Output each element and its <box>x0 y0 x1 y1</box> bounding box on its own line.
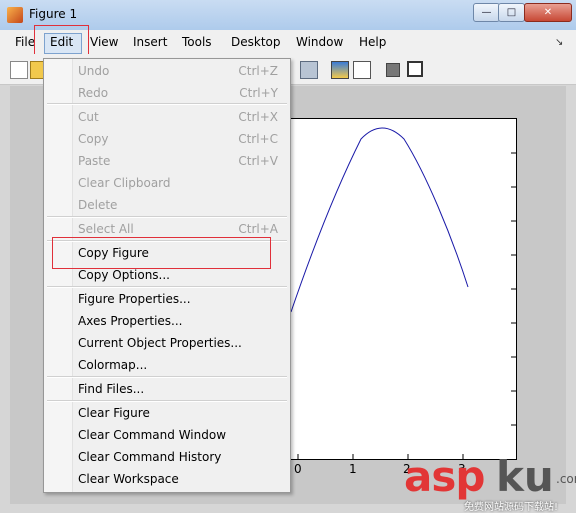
matlab-icon <box>7 7 23 23</box>
menu-item-paste[interactable]: Paste <box>78 154 110 168</box>
menu-tools[interactable]: Tools <box>182 35 212 49</box>
minimize-button[interactable]: — <box>473 3 500 22</box>
menu-window[interactable]: Window <box>296 35 343 49</box>
menu-item-axes-properties[interactable]: Axes Properties... <box>78 314 182 328</box>
menu-icon-gutter <box>44 59 73 492</box>
edit-menu-dropdown: Undo Ctrl+Z Redo Ctrl+Y Cut Ctrl+X Copy … <box>43 58 291 493</box>
menu-item-redo[interactable]: Redo <box>78 86 108 100</box>
show-plot-tools-icon[interactable] <box>407 61 423 77</box>
window-title: Figure 1 <box>29 7 78 21</box>
menu-item-clear-command-history[interactable]: Clear Command History <box>78 450 221 464</box>
highlight-box-copy-figure <box>52 237 271 269</box>
plot-curve <box>290 127 469 313</box>
menu-item-clear-workspace[interactable]: Clear Workspace <box>78 472 179 486</box>
maximize-button[interactable]: □ <box>498 3 525 22</box>
figure-window: Figure 1 — □ ✕ File Edit View Insert Too… <box>0 0 576 513</box>
shortcut-redo: Ctrl+Y <box>239 86 278 100</box>
watermark-main-gray: ku <box>496 452 554 501</box>
menu-insert[interactable]: Insert <box>133 35 167 49</box>
shortcut-copy: Ctrl+C <box>238 132 278 146</box>
menu-separator <box>47 216 287 218</box>
menu-separator <box>47 400 287 402</box>
watermark-logo: asp ku .com 免费网站源码下载站! <box>404 452 576 513</box>
hide-plot-tools-icon[interactable] <box>386 63 400 77</box>
shortcut-undo: Ctrl+Z <box>238 64 278 78</box>
shortcut-paste: Ctrl+V <box>238 154 278 168</box>
shortcut-cut: Ctrl+X <box>238 110 278 124</box>
menu-item-find-files[interactable]: Find Files... <box>78 382 144 396</box>
menu-item-clear-figure[interactable]: Clear Figure <box>78 406 150 420</box>
close-button[interactable]: ✕ <box>524 3 572 22</box>
menu-separator <box>47 376 287 378</box>
legend-icon[interactable] <box>353 61 371 79</box>
menu-file[interactable]: File <box>15 35 35 49</box>
menu-item-copy[interactable]: Copy <box>78 132 108 146</box>
menu-help[interactable]: Help <box>359 35 386 49</box>
new-figure-icon[interactable] <box>10 61 28 79</box>
colorbar-icon[interactable] <box>331 61 349 79</box>
menu-item-delete[interactable]: Delete <box>78 198 117 212</box>
menu-separator <box>47 103 287 105</box>
y-ticks <box>286 152 516 426</box>
dock-arrow-icon[interactable]: ↘ <box>555 37 563 48</box>
menu-item-cut[interactable]: Cut <box>78 110 99 124</box>
menu-view[interactable]: View <box>90 35 118 49</box>
watermark-subtitle: 免费网站源码下载站! <box>464 502 559 513</box>
menu-item-colormap[interactable]: Colormap... <box>78 358 147 372</box>
print-icon[interactable] <box>300 61 318 79</box>
x-tick-label-0: 0 <box>294 462 302 476</box>
watermark-main-red: asp <box>404 452 485 501</box>
menu-item-figure-properties[interactable]: Figure Properties... <box>78 292 191 306</box>
menu-item-clear-command-window[interactable]: Clear Command Window <box>78 428 226 442</box>
menu-item-copy-options[interactable]: Copy Options... <box>78 268 170 282</box>
x-tick-label-1: 1 <box>349 462 357 476</box>
watermark-suffix: .com <box>556 472 576 486</box>
plot-svg <box>286 127 516 459</box>
menu-separator <box>47 286 287 288</box>
menu-item-select-all[interactable]: Select All <box>78 222 134 236</box>
axes[interactable] <box>285 118 517 460</box>
menu-item-undo[interactable]: Undo <box>78 64 109 78</box>
menu-item-current-object-properties[interactable]: Current Object Properties... <box>78 336 242 350</box>
menu-item-clear-clipboard[interactable]: Clear Clipboard <box>78 176 171 190</box>
menu-desktop[interactable]: Desktop <box>231 35 281 49</box>
shortcut-select-all: Ctrl+A <box>238 222 278 236</box>
